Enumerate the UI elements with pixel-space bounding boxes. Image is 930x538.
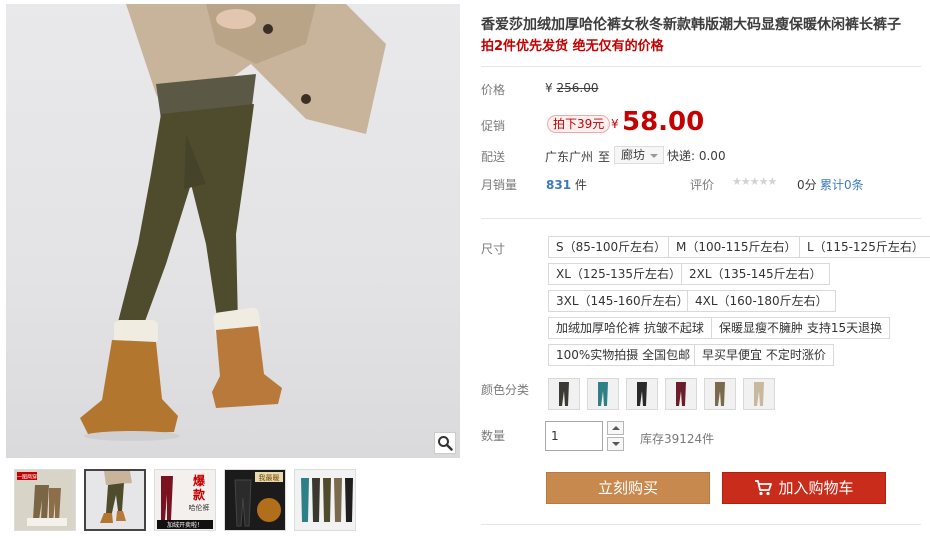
product-info: 香爱莎加绒加厚哈伦裤女秋冬新款韩版潮大码显瘦保暖休闲裤长裤子 拍2件优先发货 绝… (481, 14, 921, 57)
sales-unit: 件 (574, 178, 587, 192)
zoom-button[interactable] (434, 432, 456, 454)
buy-now-button[interactable]: 立刻购买 (546, 472, 710, 504)
divider-bottom (481, 524, 921, 525)
sales-count: 831 (546, 178, 572, 192)
color-label: 颜色分类 (481, 383, 530, 397)
quantity-increase-button[interactable] (607, 421, 624, 435)
original-price: ¥ 256.00 (545, 81, 598, 95)
color-swatch-4[interactable] (665, 378, 697, 410)
product-subtitle: 拍2件优先发货 绝无仅有的价格 (481, 39, 664, 54)
size-option-feature-2[interactable]: 保暖显瘦不臃肿 支持15天退换 (711, 317, 891, 339)
shipping-to: 至 (598, 150, 611, 164)
thumbnail-4-badge: 我最暖 (259, 473, 280, 482)
thumbnail-4[interactable]: 我最暖 (224, 469, 286, 531)
rating-score: 0分 (797, 178, 817, 192)
original-currency: ¥ (545, 81, 553, 95)
shipping-label: 配送 (481, 150, 506, 164)
promo-price: 58.00 (622, 107, 705, 137)
product-photo (80, 4, 386, 441)
size-option-3xl[interactable]: 3XL（145-160斤左右） (548, 290, 697, 312)
add-to-cart-button[interactable]: 加入购物车 (722, 472, 886, 504)
size-label: 尺寸 (481, 242, 506, 256)
thumbnail-5[interactable] (294, 469, 356, 531)
destination-value: 廊坊 (621, 148, 646, 162)
thumbnail-3-badge-top: 爆 (193, 473, 206, 488)
size-option-4xl[interactable]: 4XL（160-180斤左右） (687, 290, 836, 312)
quantity-decrease-button[interactable] (607, 437, 624, 451)
size-option-l[interactable]: L（115-125斤左右） (799, 236, 930, 258)
color-swatch-1[interactable] (548, 378, 580, 410)
destination-select[interactable]: 廊坊 (614, 146, 665, 164)
sales-label: 月销量 (481, 178, 518, 192)
size-option-feature-1[interactable]: 加绒加厚哈伦裤 抗皱不起球 (548, 317, 712, 339)
size-option-m[interactable]: M（100-115斤左右） (668, 236, 805, 258)
thumbnail-3-badge-bottom: 加绒开卖啦！ (167, 521, 203, 529)
size-option-feature-4[interactable]: 早买早便宜 不定时涨价 (694, 344, 834, 366)
original-price-value: 256.00 (556, 81, 599, 95)
add-to-cart-label: 加入购物车 (778, 479, 854, 497)
thumbnail-3[interactable]: 爆 款 哈伦裤 加绒开卖啦！ (154, 469, 216, 531)
color-swatch-2[interactable] (587, 378, 619, 410)
thumbnail-3-badge-mid: 款 (193, 487, 206, 502)
thumbnail-1-badge: 一图两穿 (17, 474, 37, 481)
sales-count-wrap: 831 件 (546, 176, 587, 193)
size-option-feature-3[interactable]: 100%实物拍摄 全国包邮 (548, 344, 699, 366)
thumbnail-strip: 一图两穿 爆 款 哈伦裤 加绒开卖啦！ 我最暖 (14, 469, 356, 531)
thumbnail-3-badge-sub: 哈伦裤 (189, 503, 210, 512)
price-label: 价格 (481, 83, 506, 97)
chevron-up-icon (611, 426, 620, 430)
stock-count: 库存39124件 (640, 432, 715, 446)
promo-badge: 拍下39元 (547, 115, 611, 133)
divider-mid (481, 218, 921, 219)
quantity-label: 数量 (481, 429, 506, 443)
color-swatch-5[interactable] (704, 378, 736, 410)
rating-stars-icon: ★★★★★ (732, 175, 777, 188)
cart-icon (755, 480, 773, 496)
size-option-2xl[interactable]: 2XL（135-145斤左右） (681, 263, 830, 285)
color-swatch-6[interactable] (743, 378, 775, 410)
color-swatch-3[interactable] (626, 378, 658, 410)
chevron-down-icon (650, 154, 659, 158)
magnifier-icon (438, 436, 453, 451)
promo-label: 促销 (481, 119, 506, 133)
chevron-down-icon (611, 442, 620, 446)
thumbnail-1[interactable]: 一图两穿 (14, 469, 76, 531)
shipping-origin: 广东广州 (545, 150, 594, 164)
product-title: 香爱莎加绒加厚哈伦裤女秋冬新款韩版潮大码显瘦保暖休闲裤长裤子 (481, 17, 901, 33)
quantity-input[interactable] (545, 421, 603, 451)
thumbnail-2-active[interactable] (84, 469, 146, 531)
reviews-link[interactable]: 累计0条 (820, 176, 864, 193)
promo-currency: ¥ (611, 117, 619, 131)
express-fee: 快递: 0.00 (667, 149, 726, 163)
main-product-image[interactable] (6, 4, 460, 458)
size-option-xl[interactable]: XL（125-135斤左右） (548, 263, 690, 285)
divider-top (481, 66, 921, 67)
rating-label: 评价 (690, 178, 715, 192)
size-option-s[interactable]: S（85-100斤左右） (548, 236, 675, 258)
